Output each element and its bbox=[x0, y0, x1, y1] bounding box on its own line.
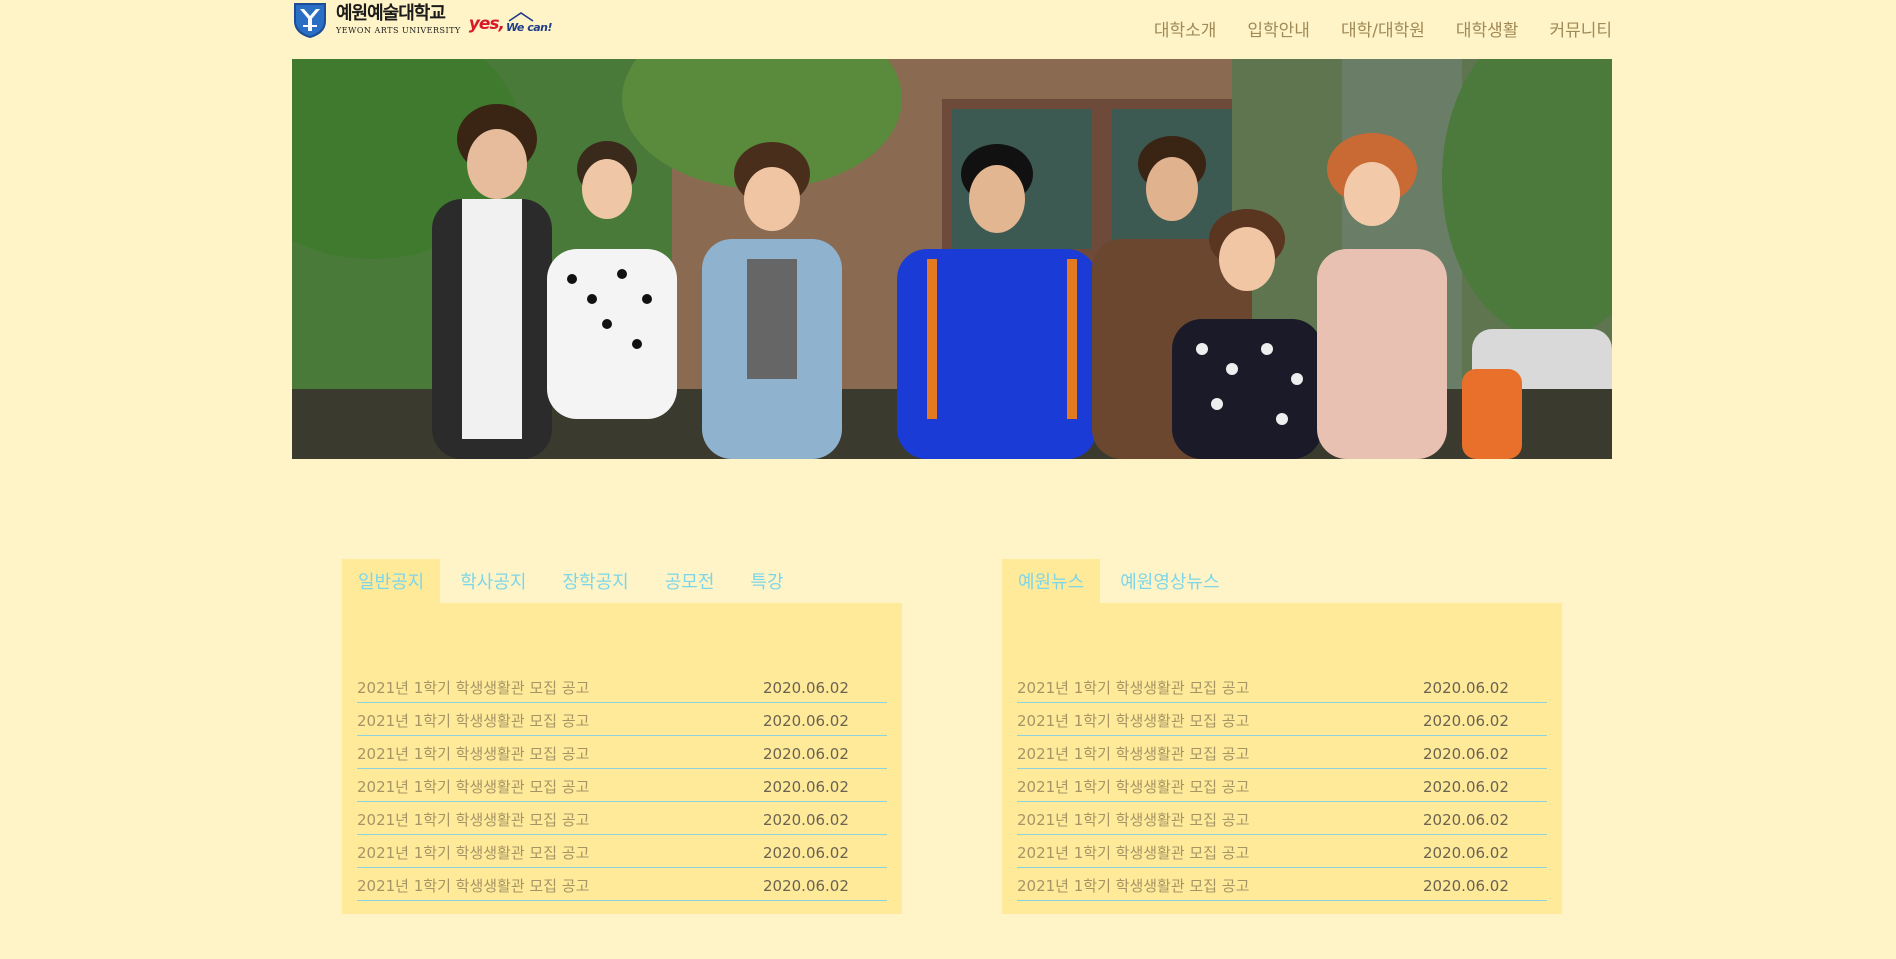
list-item-title: 2021년 1학기 학생생활관 모집 공고 bbox=[1017, 778, 1250, 796]
list-item-title: 2021년 1학기 학생생활관 모집 공고 bbox=[1017, 679, 1250, 697]
hero-banner bbox=[292, 59, 1612, 459]
list-item[interactable]: 2021년 1학기 학생생활관 모집 공고 2020.06.02 bbox=[357, 670, 887, 703]
list-item-date: 2020.06.02 bbox=[1423, 777, 1509, 796]
list-item-title: 2021년 1학기 학생생활관 모집 공고 bbox=[1017, 844, 1250, 862]
list-item-date: 2020.06.02 bbox=[763, 876, 849, 895]
list-item-title: 2021년 1학기 학생생활관 모집 공고 bbox=[357, 679, 590, 697]
list-item[interactable]: 2021년 1학기 학생생활관 모집 공고 2020.06.02 bbox=[357, 868, 887, 901]
site-header: 예원예술대학교 YEWON ARTS UNIVERSITY yes, We ca… bbox=[292, 0, 1612, 58]
tab-yewon-news[interactable]: 예원뉴스 bbox=[1002, 559, 1101, 603]
slogan-wecan: We can! bbox=[505, 12, 553, 34]
site-logo[interactable]: 예원예술대학교 YEWON ARTS UNIVERSITY yes, We ca… bbox=[292, 0, 552, 40]
logo-english-name: YEWON ARTS UNIVERSITY bbox=[336, 26, 461, 35]
news-list: 2021년 1학기 학생생활관 모집 공고 2020.06.02 2021년 1… bbox=[1002, 603, 1562, 914]
tab-yewon-video-news[interactable]: 예원영상뉴스 bbox=[1104, 559, 1235, 603]
list-item-title: 2021년 1학기 학생생활관 모집 공고 bbox=[1017, 811, 1250, 829]
list-item-date: 2020.06.02 bbox=[763, 744, 849, 763]
list-item[interactable]: 2021년 1학기 학생생활관 모집 공고 2020.06.02 bbox=[357, 802, 887, 835]
list-item-title: 2021년 1학기 학생생활관 모집 공고 bbox=[1017, 877, 1250, 895]
nav-item-admission[interactable]: 입학안내 bbox=[1247, 16, 1310, 41]
tab-special-lecture[interactable]: 특강 bbox=[734, 559, 799, 603]
list-item[interactable]: 2021년 1학기 학생생활관 모집 공고 2020.06.02 bbox=[357, 736, 887, 769]
list-item[interactable]: 2021년 1학기 학생생활관 모집 공고 2020.06.02 bbox=[1017, 835, 1547, 868]
slogan-wecan-text: We can! bbox=[505, 21, 553, 34]
list-item-date: 2020.06.02 bbox=[1423, 843, 1509, 862]
nav-item-campus-life[interactable]: 대학생활 bbox=[1456, 16, 1519, 41]
nav-item-about[interactable]: 대학소개 bbox=[1154, 16, 1217, 41]
house-roof-icon bbox=[508, 12, 534, 22]
main-nav: 대학소개 입학안내 대학/대학원 대학생활 커뮤니티 bbox=[1123, 16, 1612, 41]
list-item[interactable]: 2021년 1학기 학생생활관 모집 공고 2020.06.02 bbox=[1017, 868, 1547, 901]
list-item-date: 2020.06.02 bbox=[763, 843, 849, 862]
list-item-title: 2021년 1학기 학생생활관 모집 공고 bbox=[1017, 745, 1250, 763]
logo-slogan: yes, We can! bbox=[469, 2, 552, 38]
list-item-title: 2021년 1학기 학생생활관 모집 공고 bbox=[357, 712, 590, 730]
list-item-date: 2020.06.02 bbox=[1423, 744, 1509, 763]
tab-academic-notice[interactable]: 학사공지 bbox=[444, 559, 542, 603]
list-item-date: 2020.06.02 bbox=[1423, 876, 1509, 895]
logo-korean-name: 예원예술대학교 bbox=[336, 3, 446, 24]
list-item-title: 2021년 1학기 학생생활관 모집 공고 bbox=[357, 844, 590, 862]
tab-scholarship-notice[interactable]: 장학공지 bbox=[547, 559, 645, 603]
news-board: 예원뉴스 예원영상뉴스 2021년 1학기 학생생활관 모집 공고 2020.0… bbox=[1002, 559, 1562, 914]
notice-tabs: 일반공지 학사공지 장학공지 공모전 특강 bbox=[342, 559, 804, 603]
list-item[interactable]: 2021년 1학기 학생생활관 모집 공고 2020.06.02 bbox=[1017, 802, 1547, 835]
list-item-date: 2020.06.02 bbox=[763, 711, 849, 730]
list-item-title: 2021년 1학기 학생생활관 모집 공고 bbox=[357, 778, 590, 796]
nav-item-community[interactable]: 커뮤니티 bbox=[1549, 16, 1612, 41]
list-item[interactable]: 2021년 1학기 학생생활관 모집 공고 2020.06.02 bbox=[1017, 670, 1547, 703]
university-shield-icon bbox=[294, 3, 326, 38]
list-item-date: 2020.06.02 bbox=[763, 810, 849, 829]
notice-board: 일반공지 학사공지 장학공지 공모전 특강 2021년 1학기 학생생활관 모집… bbox=[342, 559, 902, 914]
list-item-title: 2021년 1학기 학생생활관 모집 공고 bbox=[357, 745, 590, 763]
students-walking-photo bbox=[292, 59, 1612, 459]
list-item-title: 2021년 1학기 학생생활관 모집 공고 bbox=[357, 877, 590, 895]
nav-item-college[interactable]: 대학/대학원 bbox=[1341, 16, 1425, 41]
list-item-date: 2020.06.02 bbox=[1423, 711, 1509, 730]
list-item-date: 2020.06.02 bbox=[763, 777, 849, 796]
list-item[interactable]: 2021년 1학기 학생생활관 모집 공고 2020.06.02 bbox=[1017, 736, 1547, 769]
slogan-yes: yes, bbox=[468, 14, 505, 34]
list-item-date: 2020.06.02 bbox=[763, 678, 849, 697]
tab-contest[interactable]: 공모전 bbox=[649, 559, 731, 603]
tab-general-notice[interactable]: 일반공지 bbox=[342, 559, 441, 603]
notice-list: 2021년 1학기 학생생활관 모집 공고 2020.06.02 2021년 1… bbox=[342, 603, 902, 914]
list-item-date: 2020.06.02 bbox=[1423, 678, 1509, 697]
list-item[interactable]: 2021년 1학기 학생생활관 모집 공고 2020.06.02 bbox=[357, 703, 887, 736]
list-item[interactable]: 2021년 1학기 학생생활관 모집 공고 2020.06.02 bbox=[357, 835, 887, 868]
news-tabs: 예원뉴스 예원영상뉴스 bbox=[1002, 559, 1240, 603]
list-item-title: 2021년 1학기 학생생활관 모집 공고 bbox=[1017, 712, 1250, 730]
list-item-date: 2020.06.02 bbox=[1423, 810, 1509, 829]
list-item[interactable]: 2021년 1학기 학생생활관 모집 공고 2020.06.02 bbox=[1017, 703, 1547, 736]
list-item[interactable]: 2021년 1학기 학생생활관 모집 공고 2020.06.02 bbox=[1017, 769, 1547, 802]
list-item-title: 2021년 1학기 학생생활관 모집 공고 bbox=[357, 811, 590, 829]
list-item[interactable]: 2021년 1학기 학생생활관 모집 공고 2020.06.02 bbox=[357, 769, 887, 802]
